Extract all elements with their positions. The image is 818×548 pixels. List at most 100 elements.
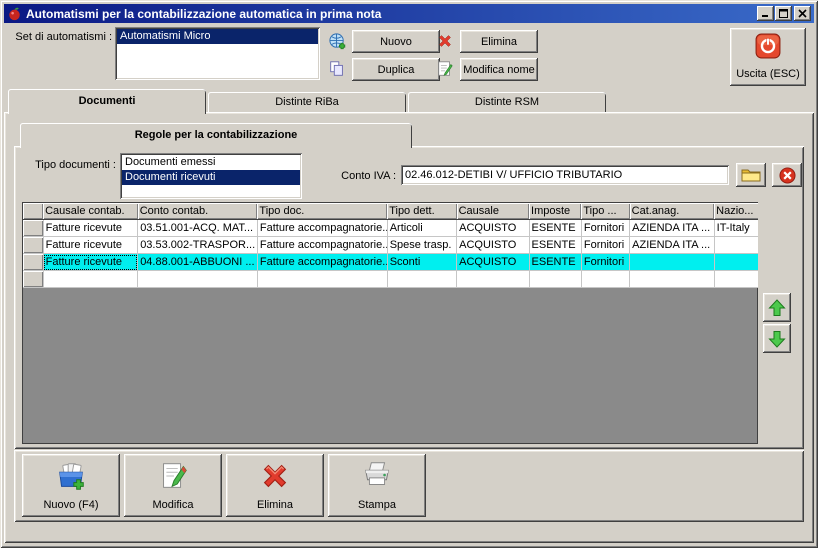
table-row-selected[interactable]: Fatture ricevute 04.88.001-ABBUONI ... F…: [23, 253, 758, 271]
cell[interactable]: Fornitori: [581, 219, 631, 237]
nuovo-rule-button[interactable]: Nuovo (F4): [22, 454, 120, 517]
active-tab-connector: [10, 112, 204, 115]
move-down-button[interactable]: [763, 324, 791, 353]
nuovo-rule-label: Nuovo (F4): [43, 499, 99, 511]
row-selector[interactable]: [23, 253, 44, 271]
column-header[interactable]: Tipo doc.: [257, 203, 388, 220]
tab-distinte-riba-label: Distinte RiBa: [275, 96, 339, 108]
window-title: Automatismi per la contabilizzazione aut…: [26, 6, 382, 21]
cell[interactable]: [529, 270, 582, 288]
modifica-nome-label: Modifica nome: [463, 63, 535, 76]
cell[interactable]: [137, 270, 258, 288]
column-header[interactable]: [23, 203, 44, 220]
cell[interactable]: ACQUISTO: [456, 236, 530, 254]
cell[interactable]: Articoli: [387, 219, 458, 237]
globe-add-icon: [328, 32, 347, 51]
modifica-rule-button[interactable]: Modifica: [124, 454, 222, 517]
move-up-button[interactable]: [763, 293, 791, 322]
close-icon[interactable]: [794, 6, 811, 21]
cell[interactable]: Sconti: [387, 253, 458, 271]
active-inner-tab-connector: [22, 146, 410, 149]
tab-distinte-rsm[interactable]: Distinte RSM: [408, 92, 606, 112]
cell[interactable]: [629, 270, 715, 288]
title-bar: Automatismi per la contabilizzazione aut…: [4, 4, 814, 23]
red-x-icon: [436, 32, 454, 50]
cell[interactable]: AZIENDA ITA ...: [629, 219, 715, 237]
row-selector[interactable]: [23, 270, 44, 288]
clear-circle-icon: [778, 166, 796, 184]
apple-icon: [7, 6, 22, 21]
row-selector[interactable]: [23, 236, 44, 254]
column-header[interactable]: Conto contab.: [137, 203, 258, 220]
cell[interactable]: [387, 270, 458, 288]
cell[interactable]: Spese trasp.: [387, 236, 458, 254]
stampa-button[interactable]: Stampa: [328, 454, 426, 517]
column-header[interactable]: Tipo ...: [581, 203, 630, 220]
elimina-rule-button[interactable]: Elimina: [226, 454, 324, 517]
row-selector[interactable]: [23, 219, 44, 237]
cell[interactable]: AZIENDA ITA ...: [629, 236, 715, 254]
column-header[interactable]: Nazio...: [714, 203, 758, 220]
cell[interactable]: 03.53.002-TRASPOR...: [137, 236, 258, 254]
tipo-documenti-label: Tipo documenti :: [35, 159, 116, 171]
list-item[interactable]: Documenti emessi: [122, 155, 300, 170]
cell[interactable]: 03.51.001-ACQ. MAT...: [137, 219, 258, 237]
cell[interactable]: ESENTE: [529, 236, 582, 254]
cell[interactable]: Fatture ricevute: [43, 253, 139, 271]
cell[interactable]: ACQUISTO: [456, 219, 530, 237]
rules-grid[interactable]: Causale contab. Conto contab. Tipo doc. …: [22, 202, 758, 444]
cell[interactable]: Fatture accompagnatorie...: [257, 236, 388, 254]
edit-note-icon: [436, 60, 454, 78]
cell[interactable]: Fatture ricevute: [43, 236, 139, 254]
tab-regole-contabilizzazione[interactable]: Regole per la contabilizzazione: [20, 123, 412, 148]
cell[interactable]: [629, 253, 715, 271]
cell[interactable]: [257, 270, 388, 288]
cell[interactable]: ESENTE: [529, 219, 582, 237]
list-item[interactable]: Automatismi Micro: [117, 29, 318, 44]
app-window: Automatismi per la contabilizzazione aut…: [0, 0, 818, 548]
cell[interactable]: [714, 236, 758, 254]
duplica-set-button[interactable]: Duplica: [352, 58, 440, 81]
cell[interactable]: Fatture accompagnatorie...: [257, 219, 388, 237]
conto-iva-lookup-button[interactable]: [736, 163, 766, 187]
arrow-down-icon: [767, 329, 787, 349]
cell[interactable]: [43, 270, 139, 288]
table-row[interactable]: [23, 270, 758, 288]
column-header[interactable]: Cat.anag.: [629, 203, 715, 220]
cell[interactable]: IT-Italy: [714, 219, 758, 237]
set-di-automatismi-listbox[interactable]: Automatismi Micro: [115, 27, 320, 80]
tab-documenti[interactable]: Documenti: [8, 89, 206, 114]
column-header[interactable]: Tipo dett.: [387, 203, 457, 220]
cell[interactable]: [714, 253, 758, 271]
cell[interactable]: [581, 270, 631, 288]
set-di-automatismi-label: Set di automatismi :: [15, 31, 112, 43]
cell[interactable]: [456, 270, 530, 288]
cell[interactable]: 04.88.001-ABBUONI ...: [137, 253, 258, 271]
cell[interactable]: ACQUISTO: [456, 253, 530, 271]
cell[interactable]: Fatture ricevute: [43, 219, 139, 237]
conto-iva-clear-button[interactable]: [772, 163, 802, 187]
column-header[interactable]: Imposte: [529, 203, 582, 220]
column-header[interactable]: Causale contab.: [43, 203, 138, 220]
conto-iva-field[interactable]: 02.46.012-DETIBI V/ UFFICIO TRIBUTARIO: [401, 165, 729, 185]
cell[interactable]: Fatture accompagnatorie...: [257, 253, 388, 271]
modifica-nome-button[interactable]: Modifica nome: [460, 58, 538, 81]
list-item[interactable]: Documenti ricevuti: [122, 170, 300, 185]
cell[interactable]: Fornitori: [581, 236, 631, 254]
cell[interactable]: ESENTE: [529, 253, 582, 271]
table-row[interactable]: Fatture ricevute 03.51.001-ACQ. MAT... F…: [23, 219, 758, 237]
tipo-documenti-listbox[interactable]: Documenti emessi Documenti ricevuti: [120, 153, 302, 199]
maximize-button[interactable]: [775, 6, 792, 21]
uscita-button[interactable]: Uscita (ESC): [730, 28, 806, 86]
nuovo-set-button[interactable]: Nuovo: [352, 30, 440, 53]
minimize-button[interactable]: [757, 6, 774, 21]
elimina-set-button[interactable]: Elimina: [460, 30, 538, 53]
column-header[interactable]: Causale: [456, 203, 530, 220]
tab-regole-label: Regole per la contabilizzazione: [134, 129, 298, 141]
table-header-row: Causale contab. Conto contab. Tipo doc. …: [23, 203, 758, 220]
box-add-icon: [53, 459, 89, 493]
tab-distinte-riba[interactable]: Distinte RiBa: [208, 92, 406, 112]
cell[interactable]: [714, 270, 758, 288]
cell[interactable]: Fornitori: [581, 253, 631, 271]
table-row[interactable]: Fatture ricevute 03.53.002-TRASPOR... Fa…: [23, 236, 758, 254]
